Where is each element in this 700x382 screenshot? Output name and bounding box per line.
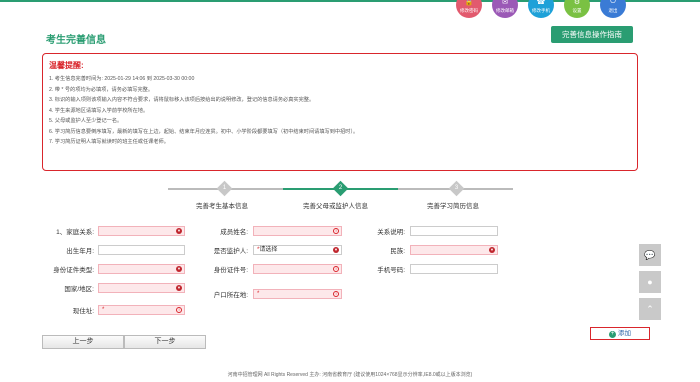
change-password-button[interactable]: 🔒 修改密码 (456, 0, 482, 18)
relation-label: 1、家庭关系: (56, 229, 94, 236)
warning-icon: ! (333, 266, 339, 272)
step-2-label: 完善父母或监护人信息 (303, 203, 368, 210)
chevron-down-icon: ▼ (176, 266, 182, 272)
member-name-input[interactable]: ! (253, 226, 342, 236)
change-email-button[interactable]: ✉ 修改邮箱 (492, 0, 518, 18)
wechat-button[interactable]: 💬 (639, 244, 661, 266)
penguin-icon: ● (647, 277, 653, 287)
reminder-item: 4. 学生来源地区请填写入学前学校所在地。 (49, 107, 149, 114)
guardian-select[interactable]: *请选择 ▼ (253, 245, 342, 255)
relation-select[interactable]: ▼ (98, 226, 185, 236)
top-accent-bar (0, 0, 700, 2)
relation-desc-input[interactable] (410, 226, 498, 236)
step-1-label: 完善考生基本信息 (196, 203, 248, 210)
chat-icon: 💬 (644, 250, 656, 260)
reminder-item: 3. 标识的输入项则该项输入内容不符合要求，请将鼠标移入该项后按给出的说明修改，… (49, 97, 315, 103)
step-1-marker: 1 (216, 180, 233, 197)
step-3-marker: 3 (448, 180, 465, 197)
ethnic-label: 民族: (390, 248, 405, 255)
phone-input[interactable] (410, 264, 498, 274)
guide-button[interactable]: 完善信息操作指南 (551, 26, 633, 43)
warning-icon: ! (333, 228, 339, 234)
warning-icon: ! (333, 291, 339, 297)
step-2-marker: 2 (332, 180, 349, 197)
power-icon: ⏻ (610, 0, 616, 5)
country-select[interactable]: ▼ (98, 283, 185, 293)
id-type-label: 身份证件类型: (53, 267, 94, 274)
birth-label: 出生年月: (66, 248, 94, 255)
lock-icon: 🔒 (464, 0, 474, 6)
chevron-down-icon: ▼ (333, 247, 339, 253)
progress-steps: 1 2 3 完善考生基本信息 完善父母或监护人信息 完善学习简历信息 (0, 180, 700, 212)
settings-button[interactable]: ⚙ 设置 (564, 0, 590, 18)
mail-icon: ✉ (502, 0, 508, 6)
gear-icon: ⚙ (573, 0, 581, 6)
plus-icon: + (609, 331, 616, 338)
reminder-title: 温馨提醒: (49, 61, 84, 70)
reminder-item: 2. 带 * 号的项均为必填项，请务必填写完整。 (49, 86, 154, 93)
country-label: 国家/地区: (64, 286, 94, 293)
change-phone-button[interactable]: ☎ 修改手机 (528, 0, 554, 18)
address-input[interactable]: * ! (98, 305, 185, 315)
back-to-top-button[interactable]: ⌃ (639, 298, 661, 320)
reminder-list: 1. 考生信息完善时间为: 2025-01-29 14:06 到 2025-03… (49, 74, 631, 148)
reminder-item: 6. 学习简历信息要倒序填写，最新的填写在上边，起始、结束年月应连贯。初中、小学… (49, 128, 359, 135)
member-name-label: 成员姓名: (220, 229, 248, 236)
chevron-down-icon: ▼ (176, 285, 182, 291)
next-step-button[interactable]: 下一步 (124, 335, 206, 349)
add-member-button[interactable]: + 添加 (590, 327, 650, 340)
page-footer: 河南中招管理网 All Rights Reserved 主办: 河南省教育厅 (… (227, 372, 473, 378)
step-3-label: 完善学习简历信息 (427, 203, 479, 210)
reminder-item: 5. 父母或监护人至少登记一名。 (49, 118, 123, 124)
chevron-up-icon: ⌃ (646, 304, 654, 314)
phone-label: 手机号码: (377, 267, 405, 274)
id-type-select[interactable]: ▼ (98, 264, 185, 274)
reminder-item: 1. 考生信息完善时间为: 2025-01-29 14:06 到 2025-03… (49, 76, 195, 82)
prev-step-button[interactable]: 上一步 (42, 335, 124, 349)
reminder-item: 7. 学习简历证明人填写就读时的班主任或任课老师。 (49, 139, 169, 145)
phone-icon: ☎ (536, 0, 546, 6)
chevron-down-icon: ▼ (489, 247, 495, 253)
hukou-input[interactable]: * ! (253, 289, 342, 299)
warning-icon: ! (176, 307, 182, 313)
ethnic-select[interactable]: ▼ (410, 245, 498, 255)
id-number-label: 身份证件号: (213, 267, 248, 274)
birth-input[interactable] (98, 245, 185, 255)
logout-button[interactable]: ⏻ 退出 (600, 0, 626, 18)
chevron-down-icon: ▼ (176, 228, 182, 234)
address-label: 现住址: (72, 308, 94, 315)
relation-desc-label: 关系说明: (377, 229, 405, 236)
qq-button[interactable]: ● (639, 271, 661, 293)
id-number-input[interactable]: ! (253, 264, 342, 274)
hukou-label: 户口所在地: (213, 292, 248, 299)
guardian-label: 是否监护人: (213, 248, 248, 255)
page-title: 考生完善信息 (46, 35, 106, 46)
reminder-panel: 温馨提醒: 1. 考生信息完善时间为: 2025-01-29 14:06 到 2… (42, 53, 638, 171)
